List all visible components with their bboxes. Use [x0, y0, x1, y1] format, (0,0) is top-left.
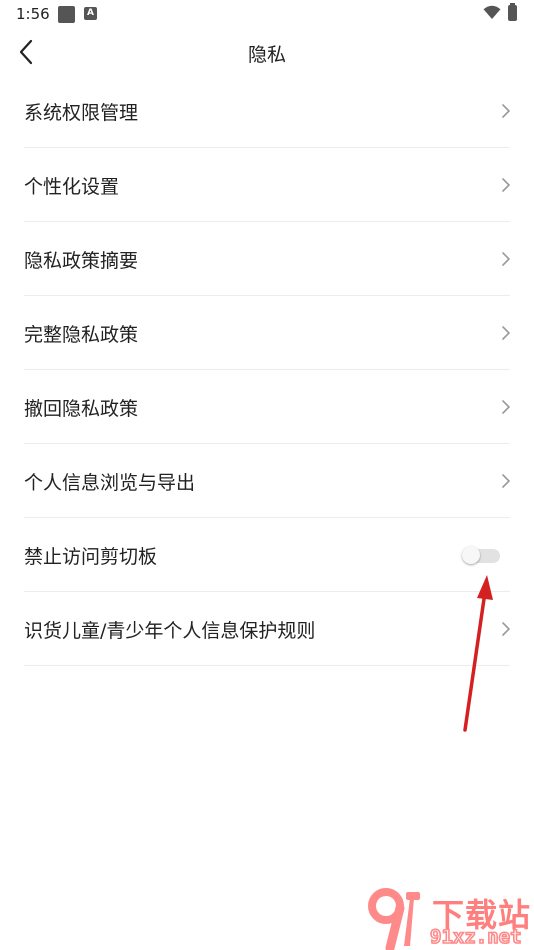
list-item-label: 个性化设置 [24, 176, 120, 198]
header: 隐私 [0, 28, 534, 76]
list-item-personal-info-export[interactable]: 个人信息浏览与导出 [24, 444, 534, 518]
battery-icon [508, 3, 517, 21]
notification-square-icon [58, 6, 75, 23]
status-time: 1:56 [16, 5, 50, 23]
list-item-label: 识货儿童/青少年个人信息保护规则 [24, 620, 316, 642]
list-item-label: 完整隐私政策 [24, 324, 139, 346]
list-item-label: 个人信息浏览与导出 [24, 472, 196, 494]
watermark-logo-icon [368, 888, 420, 950]
clipboard-access-toggle[interactable] [462, 546, 500, 564]
chevron-right-icon [502, 474, 510, 488]
status-bar: 1:56 A [0, 0, 534, 28]
toggle-knob [462, 546, 480, 564]
list-item-full-privacy-policy[interactable]: 完整隐私政策 [24, 296, 534, 370]
wifi-icon [483, 5, 501, 19]
chevron-right-icon [502, 178, 510, 192]
watermark-url: 91xz.net [429, 925, 522, 949]
watermark: 下载站 91xz.net [366, 886, 534, 950]
chevron-right-icon [502, 326, 510, 340]
list-item-privacy-summary[interactable]: 隐私政策摘要 [24, 222, 534, 296]
chevron-right-icon [502, 622, 510, 636]
page-title: 隐私 [247, 44, 286, 66]
a-notification-icon: A [84, 7, 97, 20]
list-item-personalization[interactable]: 个性化设置 [24, 148, 534, 222]
annotation-arrow-icon [463, 575, 493, 732]
list-item-label: 禁止访问剪切板 [24, 546, 158, 568]
chevron-right-icon [502, 400, 510, 414]
list-item-label: 撤回隐私政策 [24, 398, 139, 420]
list-item-label: 系统权限管理 [24, 102, 139, 124]
list-item-label: 隐私政策摘要 [24, 250, 139, 272]
chevron-right-icon [502, 104, 510, 118]
list-item-withdraw-privacy-policy[interactable]: 撤回隐私政策 [24, 370, 534, 444]
chevron-right-icon [502, 252, 510, 266]
list-item-system-permissions[interactable]: 系统权限管理 [24, 74, 534, 148]
divider [24, 665, 510, 666]
